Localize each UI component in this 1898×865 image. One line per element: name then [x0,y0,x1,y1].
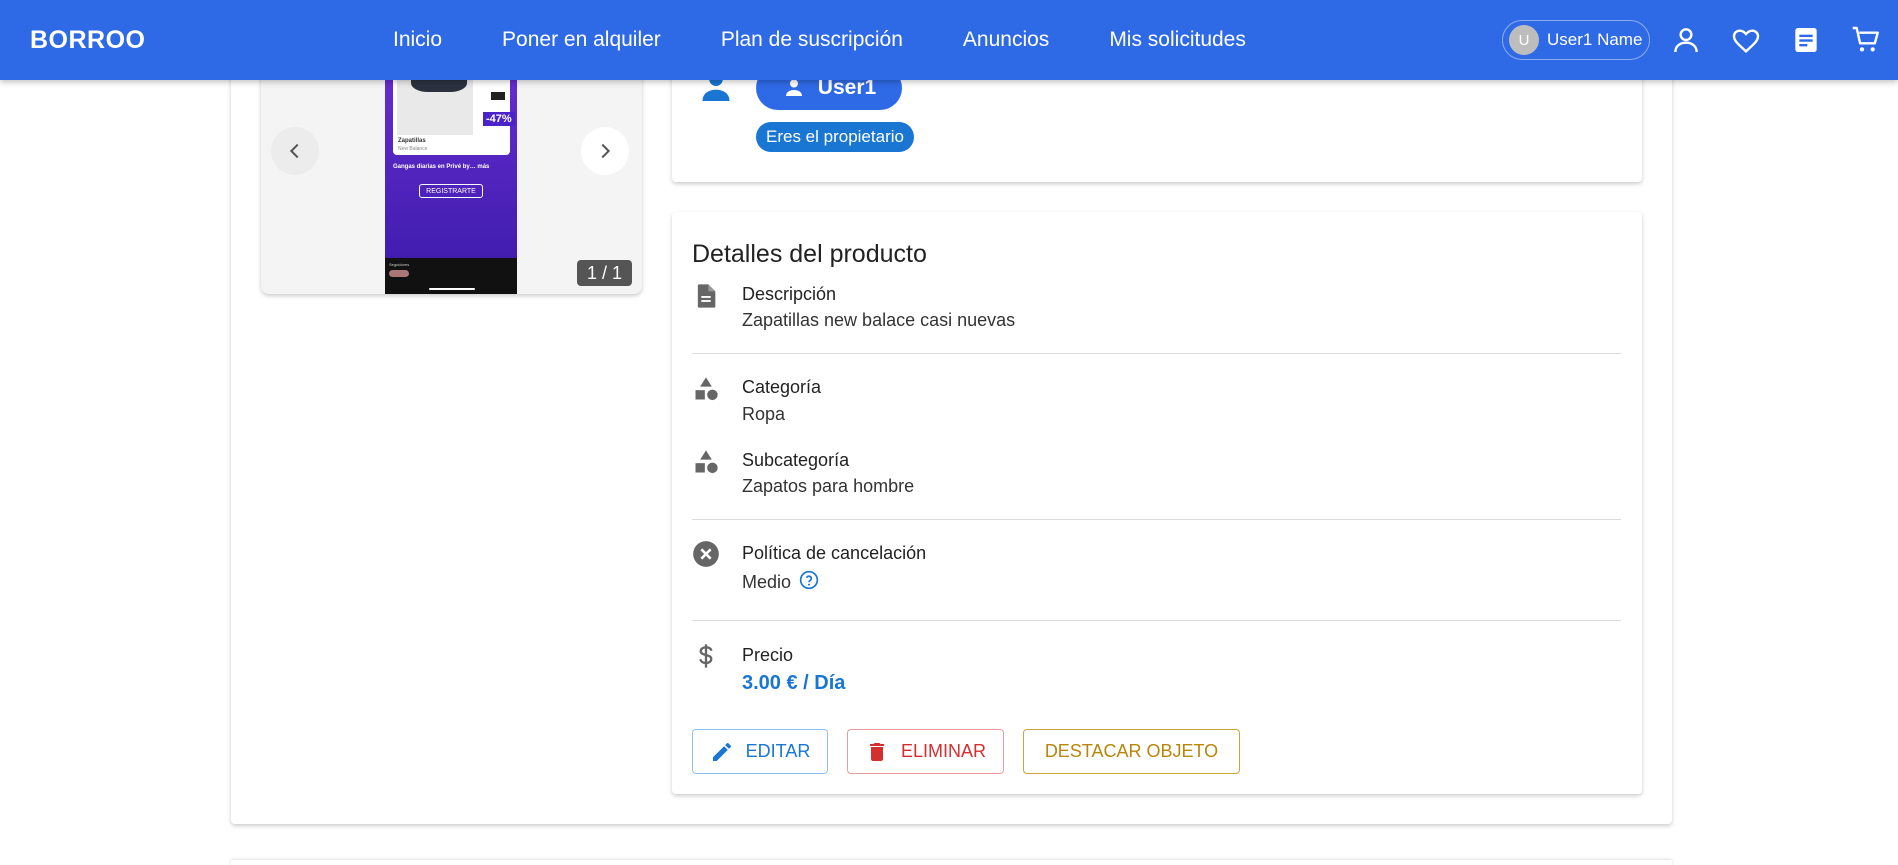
help-icon[interactable] [799,570,819,590]
nav-link-mis-solicitudes[interactable]: Mis solicitudes [1109,28,1246,52]
screenshot-deal-text: Gangas diarias en Privé by… más [393,164,490,170]
top-navbar: BORROO Inicio Poner en alquiler Plan de … [0,0,1898,80]
cancel-circle-icon [692,540,720,568]
screenshot-subtitle: New Balance [398,146,428,152]
profile-icon[interactable] [1670,24,1702,56]
divider [692,519,1621,520]
description-icon [692,282,720,310]
screenshot-register-button: REGISTRARTE [419,184,483,198]
description-value: Zapatillas new balace casi nuevas [742,310,1016,330]
category-icon [692,375,720,403]
brand-logo-mark [491,92,505,100]
cancellation-label: Política de cancelación [742,543,927,563]
user-name: User1 Name [1547,30,1643,49]
edit-button-label: EDITAR [745,741,811,761]
edit-button[interactable]: EDITAR [692,729,828,774]
subcategory-icon [692,448,720,476]
carousel-next-button[interactable] [581,127,629,175]
details-title: Detalles del producto [692,240,927,268]
delete-button-label: ELIMINAR [900,741,987,761]
discount-badge: -47% [483,112,515,126]
chevron-right-icon [601,143,611,159]
nav-link-inicio[interactable]: Inicio [393,28,442,52]
cancellation-value-row: Medio [742,570,819,593]
owner-badge: Eres el propietario [756,122,914,152]
description-label: Descripción [742,284,837,304]
home-indicator [429,288,475,290]
pencil-icon [712,742,731,761]
screenshot-footer: Seguidores [385,258,517,294]
screenshot-footer-text: Seguidores [389,262,410,267]
product-details-card: Detalles del producto Descripción Zapati… [672,212,1642,794]
subcategory-value: Zapatos para hombre [742,476,915,496]
price-label: Precio [742,645,794,665]
dollar-icon [692,642,720,670]
avatar: U [1509,25,1539,55]
heart-icon[interactable] [1730,24,1762,56]
document-icon[interactable] [1790,24,1822,56]
divider [692,353,1621,354]
subcategory-label: Subcategoría [742,450,850,470]
category-value: Ropa [742,404,786,424]
price-value: 3.00 € / Día [742,672,846,694]
nav-link-anuncios[interactable]: Anuncios [963,28,1049,52]
nav-link-plan-suscripcion[interactable]: Plan de suscripción [721,28,903,52]
delete-button[interactable]: ELIMINAR [847,729,1004,774]
user-menu-chip[interactable]: U User1 Name [1502,20,1650,60]
cancellation-value: Medio [742,572,792,592]
carousel-prev-button[interactable] [271,127,319,175]
chevron-left-icon [289,143,299,159]
screenshot-title: Zapatillas [398,138,426,144]
feature-item-button[interactable]: DESTACAR OBJETO [1023,729,1240,774]
nav-link-poner-en-alquiler[interactable]: Poner en alquiler [502,28,661,52]
brand-logo[interactable]: BORROO [30,26,146,55]
image-counter: 1 / 1 [577,260,632,286]
nav-links: Inicio Poner en alquiler Plan de suscrip… [393,28,1306,52]
category-label: Categoría [742,377,822,397]
divider [692,620,1621,621]
trash-icon [869,742,884,761]
cart-icon[interactable] [1850,24,1882,56]
next-section-card [231,860,1672,865]
